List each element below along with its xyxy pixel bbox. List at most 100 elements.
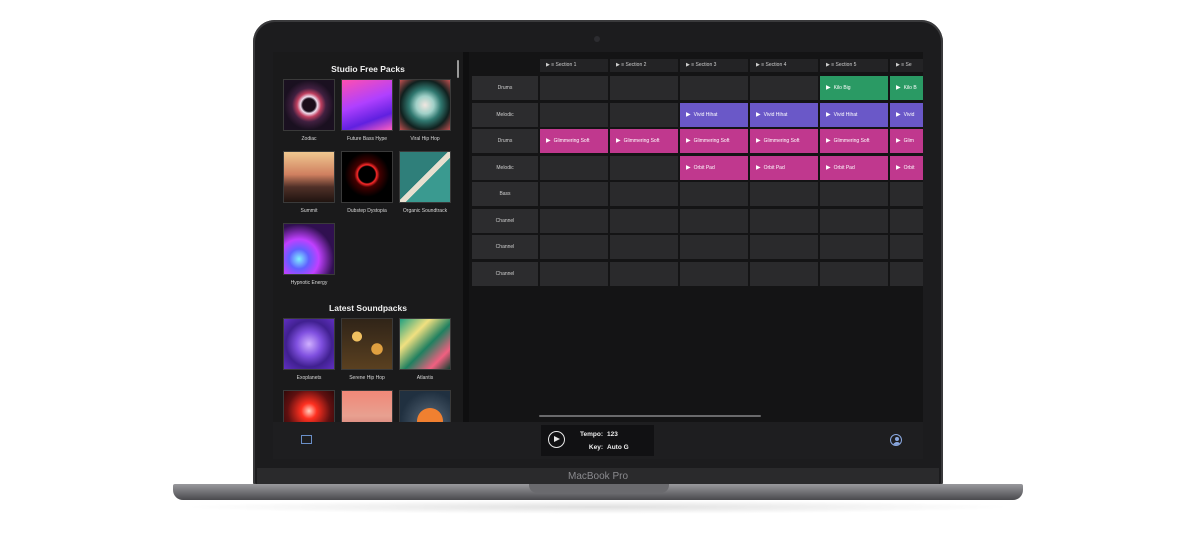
clip-play-icon[interactable]: ▶ bbox=[896, 85, 901, 91]
sidebar-toggle-icon[interactable] bbox=[301, 435, 312, 444]
empty-clip-slot[interactable] bbox=[610, 182, 678, 206]
tempo-readout[interactable]: Tempo: 123 bbox=[571, 431, 618, 438]
empty-clip-slot[interactable] bbox=[820, 208, 888, 233]
free-pack-6[interactable]: Organic Soundtrack bbox=[399, 151, 451, 214]
section-header-6[interactable]: ▶ ≡ Se bbox=[890, 59, 923, 72]
empty-clip-slot[interactable] bbox=[610, 208, 678, 233]
latest-pack-3[interactable]: Atlantis bbox=[399, 318, 451, 381]
clip[interactable]: ▶ Orbit Pad bbox=[680, 155, 748, 180]
clip[interactable]: ▶ Glimmering Soft bbox=[750, 129, 818, 153]
clip[interactable]: ▶ Vivid Hihat bbox=[820, 102, 888, 127]
empty-clip-slot[interactable] bbox=[820, 261, 888, 286]
clip[interactable]: ▶ Glim bbox=[890, 129, 923, 153]
free-pack-1[interactable]: Zodiac bbox=[283, 79, 335, 142]
section-play-icon[interactable]: ▶ ≡ bbox=[826, 62, 836, 68]
empty-clip-slot[interactable] bbox=[680, 182, 748, 206]
section-play-icon[interactable]: ▶ ≡ bbox=[616, 62, 626, 68]
section-play-icon[interactable]: ▶ ≡ bbox=[686, 62, 696, 68]
latest-pack-5[interactable] bbox=[341, 390, 393, 422]
clip[interactable]: ▶ Glimmering Soft bbox=[680, 129, 748, 153]
latest-pack-1[interactable]: Exoplanets bbox=[283, 318, 335, 381]
clip-play-icon[interactable]: ▶ bbox=[686, 138, 691, 144]
clip-play-icon[interactable]: ▶ bbox=[826, 165, 831, 171]
empty-clip-slot[interactable] bbox=[610, 235, 678, 259]
empty-clip-slot[interactable] bbox=[750, 76, 818, 100]
track-label[interactable]: Melodic bbox=[472, 155, 538, 180]
empty-clip-slot[interactable] bbox=[540, 235, 608, 259]
empty-clip-slot[interactable] bbox=[610, 261, 678, 286]
empty-clip-slot[interactable] bbox=[540, 155, 608, 180]
free-pack-3[interactable]: Viral Hip Hop bbox=[399, 79, 451, 142]
section-header-3[interactable]: ▶ ≡ Section 3 bbox=[680, 59, 748, 72]
clip[interactable]: ▶ Vivid Hihat bbox=[750, 102, 818, 127]
sound-pack-sidebar[interactable]: Studio Free Packs Zodiac Future Bass Hype… bbox=[273, 52, 463, 422]
track-label[interactable]: Channel bbox=[472, 235, 538, 259]
empty-clip-slot[interactable] bbox=[890, 261, 923, 286]
empty-clip-slot[interactable] bbox=[820, 182, 888, 206]
empty-clip-slot[interactable] bbox=[680, 261, 748, 286]
free-pack-5[interactable]: Dubstep Dystopia bbox=[341, 151, 393, 214]
user-icon[interactable] bbox=[890, 434, 902, 446]
section-play-icon[interactable]: ▶ ≡ bbox=[546, 62, 556, 68]
latest-pack-2[interactable]: Serene Hip Hop bbox=[341, 318, 393, 381]
empty-clip-slot[interactable] bbox=[750, 261, 818, 286]
latest-pack-4[interactable] bbox=[283, 390, 335, 422]
track-label[interactable]: Bass bbox=[472, 182, 538, 206]
section-header-5[interactable]: ▶ ≡ Section 5 bbox=[820, 59, 888, 72]
empty-clip-slot[interactable] bbox=[540, 182, 608, 206]
key-readout[interactable]: Key: Auto G bbox=[571, 444, 629, 451]
track-label[interactable]: Drums bbox=[472, 129, 538, 153]
empty-clip-slot[interactable] bbox=[610, 155, 678, 180]
clip-play-icon[interactable]: ▶ bbox=[546, 138, 551, 144]
free-pack-2[interactable]: Future Bass Hype bbox=[341, 79, 393, 142]
clip-play-icon[interactable]: ▶ bbox=[826, 112, 831, 118]
clip[interactable]: ▶ Glimmering Soft bbox=[820, 129, 888, 153]
clip-play-icon[interactable]: ▶ bbox=[826, 85, 831, 91]
empty-clip-slot[interactable] bbox=[540, 76, 608, 100]
clip[interactable]: ▶ Orbit Pad bbox=[750, 155, 818, 180]
grid-horizontal-scrollbar[interactable] bbox=[539, 415, 761, 417]
clip-play-icon[interactable]: ▶ bbox=[756, 138, 761, 144]
empty-clip-slot[interactable] bbox=[610, 102, 678, 127]
track-label[interactable]: Melodic bbox=[472, 102, 538, 127]
clip-play-icon[interactable]: ▶ bbox=[896, 138, 901, 144]
clip[interactable]: ▶ Kilo B bbox=[890, 76, 923, 100]
empty-clip-slot[interactable] bbox=[890, 182, 923, 206]
clip[interactable]: ▶ Orbit Pad bbox=[820, 155, 888, 180]
clip[interactable]: ▶ Glimmering Soft bbox=[610, 129, 678, 153]
empty-clip-slot[interactable] bbox=[680, 208, 748, 233]
empty-clip-slot[interactable] bbox=[680, 235, 748, 259]
empty-clip-slot[interactable] bbox=[890, 235, 923, 259]
empty-clip-slot[interactable] bbox=[750, 182, 818, 206]
section-play-icon[interactable]: ▶ ≡ bbox=[756, 62, 766, 68]
section-header-4[interactable]: ▶ ≡ Section 4 bbox=[750, 59, 818, 72]
clip-play-icon[interactable]: ▶ bbox=[896, 165, 901, 171]
section-header-2[interactable]: ▶ ≡ Section 2 bbox=[610, 59, 678, 72]
empty-clip-slot[interactable] bbox=[610, 76, 678, 100]
track-label[interactable]: Drums bbox=[472, 76, 538, 100]
empty-clip-slot[interactable] bbox=[540, 102, 608, 127]
clip[interactable]: ▶ Glimmering Soft bbox=[540, 129, 608, 153]
empty-clip-slot[interactable] bbox=[820, 235, 888, 259]
empty-clip-slot[interactable] bbox=[540, 208, 608, 233]
free-pack-7[interactable]: Hypnotic Energy bbox=[283, 223, 335, 286]
clip[interactable]: ▶ Orbit bbox=[890, 155, 923, 180]
clip-play-icon[interactable]: ▶ bbox=[756, 112, 761, 118]
clip[interactable]: ▶ Vivid bbox=[890, 102, 923, 127]
empty-clip-slot[interactable] bbox=[540, 261, 608, 286]
section-play-icon[interactable]: ▶ ≡ bbox=[896, 62, 906, 68]
free-pack-4[interactable]: Summit bbox=[283, 151, 335, 214]
latest-pack-6[interactable] bbox=[399, 390, 451, 422]
empty-clip-slot[interactable] bbox=[680, 76, 748, 100]
empty-clip-slot[interactable] bbox=[750, 208, 818, 233]
clip[interactable]: ▶ Vivid Hihat bbox=[680, 102, 748, 127]
clip-play-icon[interactable]: ▶ bbox=[756, 165, 761, 171]
clip-play-icon[interactable]: ▶ bbox=[826, 138, 831, 144]
clip-play-icon[interactable]: ▶ bbox=[896, 112, 901, 118]
empty-clip-slot[interactable] bbox=[890, 208, 923, 233]
clip-play-icon[interactable]: ▶ bbox=[686, 112, 691, 118]
empty-clip-slot[interactable] bbox=[750, 235, 818, 259]
track-label[interactable]: Channel bbox=[472, 261, 538, 286]
clip-play-icon[interactable]: ▶ bbox=[616, 138, 621, 144]
play-icon[interactable] bbox=[548, 431, 565, 448]
